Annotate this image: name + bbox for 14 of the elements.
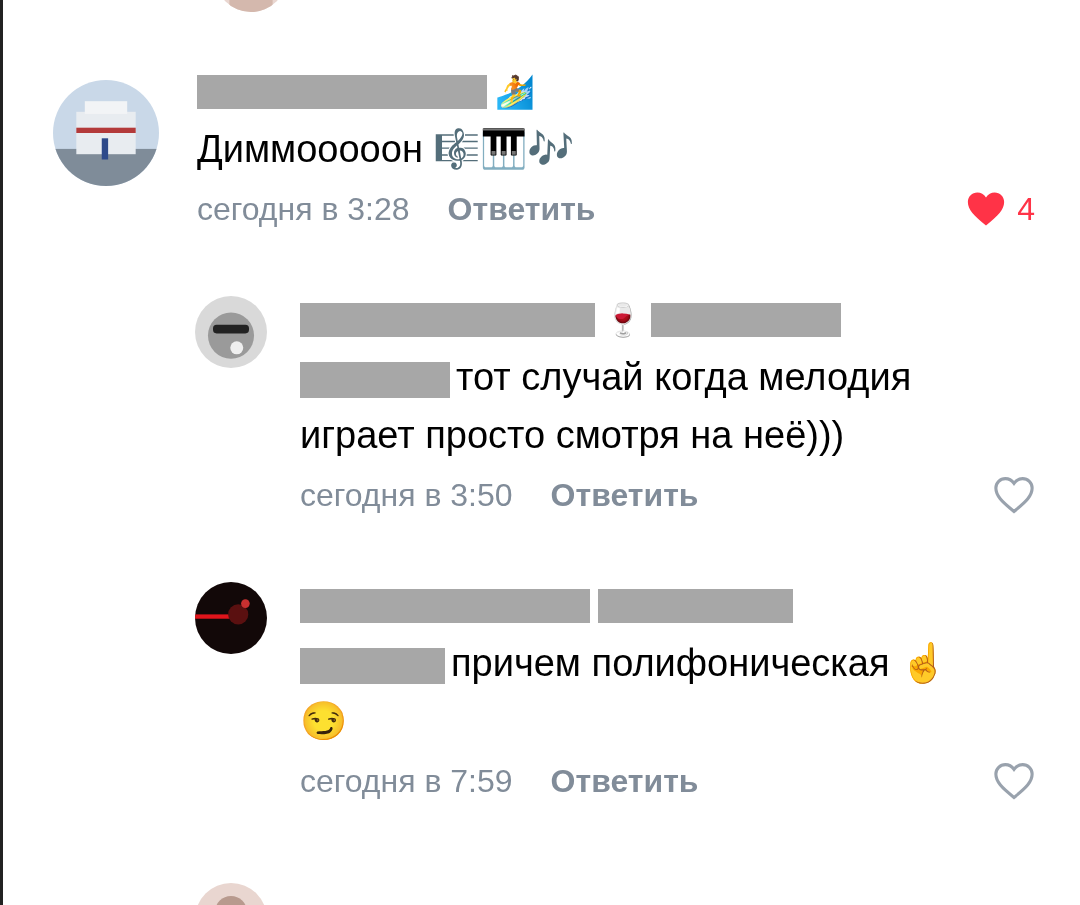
comment-text: тот случай когда мелодия играет просто смотря на неё))): [300, 355, 913, 458]
heart-icon[interactable]: [993, 762, 1035, 800]
comment-time: сегодня в 3:28: [197, 190, 410, 229]
comment-time: сегодня в 3:50: [300, 476, 513, 515]
comment-time: сегодня в 7:59: [300, 762, 513, 801]
reply-link[interactable]: Ответить: [550, 471, 699, 519]
reply-link[interactable]: Ответить: [447, 185, 596, 233]
comment-text: причем полифоническая ☝ 😏: [300, 641, 949, 744]
comment-text: Диммооооон 🎼🎹🎶: [197, 127, 576, 172]
reply-link[interactable]: Ответить: [550, 757, 699, 805]
name-emoji: 🍷: [603, 304, 643, 336]
like-count: 4: [1017, 190, 1035, 229]
name-emoji: 🏄: [495, 76, 535, 108]
heart-icon[interactable]: [993, 476, 1035, 514]
